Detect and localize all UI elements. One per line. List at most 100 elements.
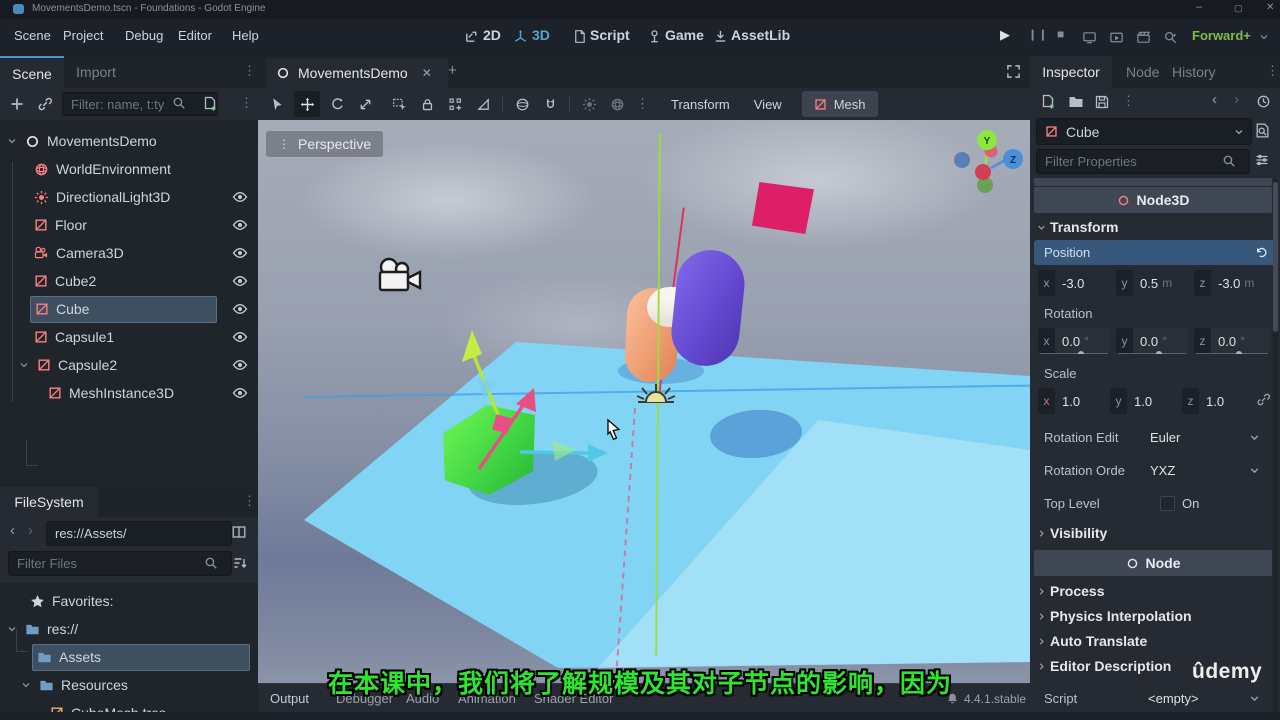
history-back-icon[interactable]: ‹ <box>10 522 15 539</box>
filesystem-menu-icon[interactable]: ⋮ <box>243 493 256 509</box>
menu-debug[interactable]: Debug <box>125 28 163 43</box>
scene-dock-menu-icon[interactable]: ⋮ <box>243 63 256 79</box>
view-menu[interactable]: View <box>754 97 782 112</box>
open-docs-icon[interactable] <box>1254 122 1271 139</box>
tab-scene[interactable]: Scene <box>0 56 64 90</box>
file-sort-icon[interactable] <box>232 555 248 571</box>
position-property-row[interactable]: Position <box>1034 240 1278 265</box>
perspective-menu-button[interactable]: ⋮ Perspective <box>266 131 384 157</box>
node-selector[interactable]: Cube <box>1036 118 1252 145</box>
tree-row-meshinstance3d[interactable]: MeshInstance3D <box>0 379 258 407</box>
expand-chevron-icon[interactable] <box>6 135 18 147</box>
movie-clapper-icon[interactable] <box>1136 30 1151 45</box>
tab-import[interactable]: Import <box>64 56 128 88</box>
inspector-history-icon[interactable] <box>1256 94 1271 109</box>
tree-row-capsule2[interactable]: Capsule2 <box>0 351 258 379</box>
menu-scene[interactable]: Scene <box>14 28 51 43</box>
visibility-eye-icon[interactable] <box>232 329 248 345</box>
instance-scene-icon[interactable] <box>37 96 53 112</box>
section-node[interactable]: Node <box>1034 550 1272 576</box>
maximize-button[interactable]: ▢ <box>1234 3 1243 14</box>
tree-row-movementsdemo[interactable]: MovementsDemo <box>0 127 258 155</box>
inspector-scrollbar-thumb[interactable] <box>1273 182 1278 332</box>
category-transform[interactable]: Transform <box>1050 219 1118 235</box>
pause-button[interactable]: ❙❙ <box>1028 28 1048 41</box>
property-tools-icon[interactable] <box>1254 152 1270 168</box>
expand-chevron-icon[interactable] <box>18 359 30 371</box>
remote-debug-icon[interactable] <box>1082 30 1097 45</box>
visibility-eye-icon[interactable] <box>232 385 248 401</box>
section-node3d[interactable]: Node3D <box>1034 187 1272 213</box>
workspace-2d[interactable]: 2D <box>483 27 501 43</box>
tab-filesystem[interactable]: FileSystem <box>0 487 98 517</box>
fs-row-res[interactable]: res:// <box>0 615 258 643</box>
play-button[interactable]: ▶ <box>1000 27 1010 43</box>
section-visibility[interactable]: Visibility <box>1050 525 1107 541</box>
position-x-field[interactable]: x -3.0 <box>1038 270 1110 296</box>
fs-row-favorites[interactable]: Favorites: <box>0 587 258 615</box>
workspace-3d[interactable]: 3D <box>532 27 550 43</box>
save-resource-icon[interactable] <box>1094 94 1110 110</box>
expand-chevron-icon[interactable] <box>6 623 18 635</box>
light-gizmo-icon[interactable] <box>636 384 676 403</box>
tab-history[interactable]: History <box>1172 64 1216 80</box>
load-resource-icon[interactable] <box>1068 94 1084 110</box>
section-process[interactable]: Process <box>1050 583 1104 599</box>
scale-x-field[interactable]: x 1.0 <box>1038 388 1104 414</box>
path-field[interactable]: res://Assets/ <box>46 521 232 546</box>
tree-row-cube-selected[interactable]: Cube <box>0 295 258 323</box>
revert-position-icon[interactable] <box>1254 246 1268 260</box>
position-y-field[interactable]: y 0.5 m <box>1116 270 1188 296</box>
stop-button[interactable]: ■ <box>1057 27 1064 41</box>
select-tool-button[interactable] <box>264 91 290 117</box>
workspace-assetlib[interactable]: AssetLib <box>731 27 790 43</box>
tab-inspector[interactable]: Inspector <box>1030 56 1112 88</box>
rotation-order-value[interactable]: YXZ <box>1150 463 1175 478</box>
section-physics-interpolation[interactable]: Physics Interpolation <box>1050 608 1192 624</box>
movie-maker-icon[interactable] <box>1109 30 1124 45</box>
close-button[interactable]: ✕ <box>1266 2 1274 13</box>
menu-editor[interactable]: Editor <box>178 28 212 43</box>
new-resource-icon[interactable] <box>1040 94 1056 110</box>
visibility-eye-icon[interactable] <box>232 357 248 373</box>
lock-node-button[interactable] <box>414 91 440 117</box>
add-node-icon[interactable] <box>9 96 25 112</box>
attach-script-icon[interactable] <box>202 96 218 112</box>
local-space-button[interactable] <box>509 91 535 117</box>
visibility-eye-icon[interactable] <box>232 245 248 261</box>
top-level-checkbox[interactable] <box>1160 496 1175 511</box>
tab-node[interactable]: Node <box>1126 64 1159 80</box>
visibility-eye-icon[interactable] <box>232 189 248 205</box>
renderer-selector[interactable]: Forward+ <box>1192 28 1251 43</box>
rotation-z-field[interactable]: z 0.0 ° <box>1194 328 1270 354</box>
workspace-game[interactable]: Game <box>665 27 704 43</box>
move-tool-button[interactable] <box>294 91 320 117</box>
inspector-scrollbar[interactable] <box>1273 178 1278 712</box>
move-gizmo[interactable] <box>462 330 608 470</box>
scale-tool-button[interactable] <box>352 91 378 117</box>
history-forward-icon[interactable]: › <box>28 522 33 539</box>
rotation-x-field[interactable]: x 0.0 ° <box>1038 328 1110 354</box>
tree-row-camera3d[interactable]: Camera3D <box>0 239 258 267</box>
tree-row-cube2[interactable]: Cube2 <box>0 267 258 295</box>
tree-row-directionallight3d[interactable]: DirectionalLight3D <box>0 183 258 211</box>
scale-link-icon[interactable] <box>1256 392 1271 407</box>
rotation-y-field[interactable]: y 0.0 ° <box>1116 328 1188 354</box>
visibility-eye-icon[interactable] <box>232 273 248 289</box>
ruler-tool-button[interactable] <box>470 91 496 117</box>
environment-preview-button[interactable] <box>604 91 630 117</box>
transform-menu[interactable]: Transform <box>671 97 730 112</box>
section-auto-translate[interactable]: Auto Translate <box>1050 633 1147 649</box>
menu-help[interactable]: Help <box>232 28 259 43</box>
sun-preview-button[interactable] <box>576 91 602 117</box>
rotation-edit-value[interactable]: Euler <box>1150 430 1180 445</box>
position-z-field[interactable]: z -3.0 m <box>1194 270 1270 296</box>
tree-row-worldenvironment[interactable]: WorldEnvironment <box>0 155 258 183</box>
scene-tab-movementsdemo[interactable]: MovementsDemo ✕ <box>266 58 448 88</box>
visibility-eye-icon[interactable] <box>232 301 248 317</box>
filesystem-filter-input[interactable] <box>8 551 232 576</box>
visibility-eye-icon[interactable] <box>232 217 248 233</box>
camera-gizmo-icon[interactable] <box>378 257 422 292</box>
toggle-split-mode-icon[interactable] <box>231 524 247 540</box>
workspace-script[interactable]: Script <box>590 27 630 43</box>
